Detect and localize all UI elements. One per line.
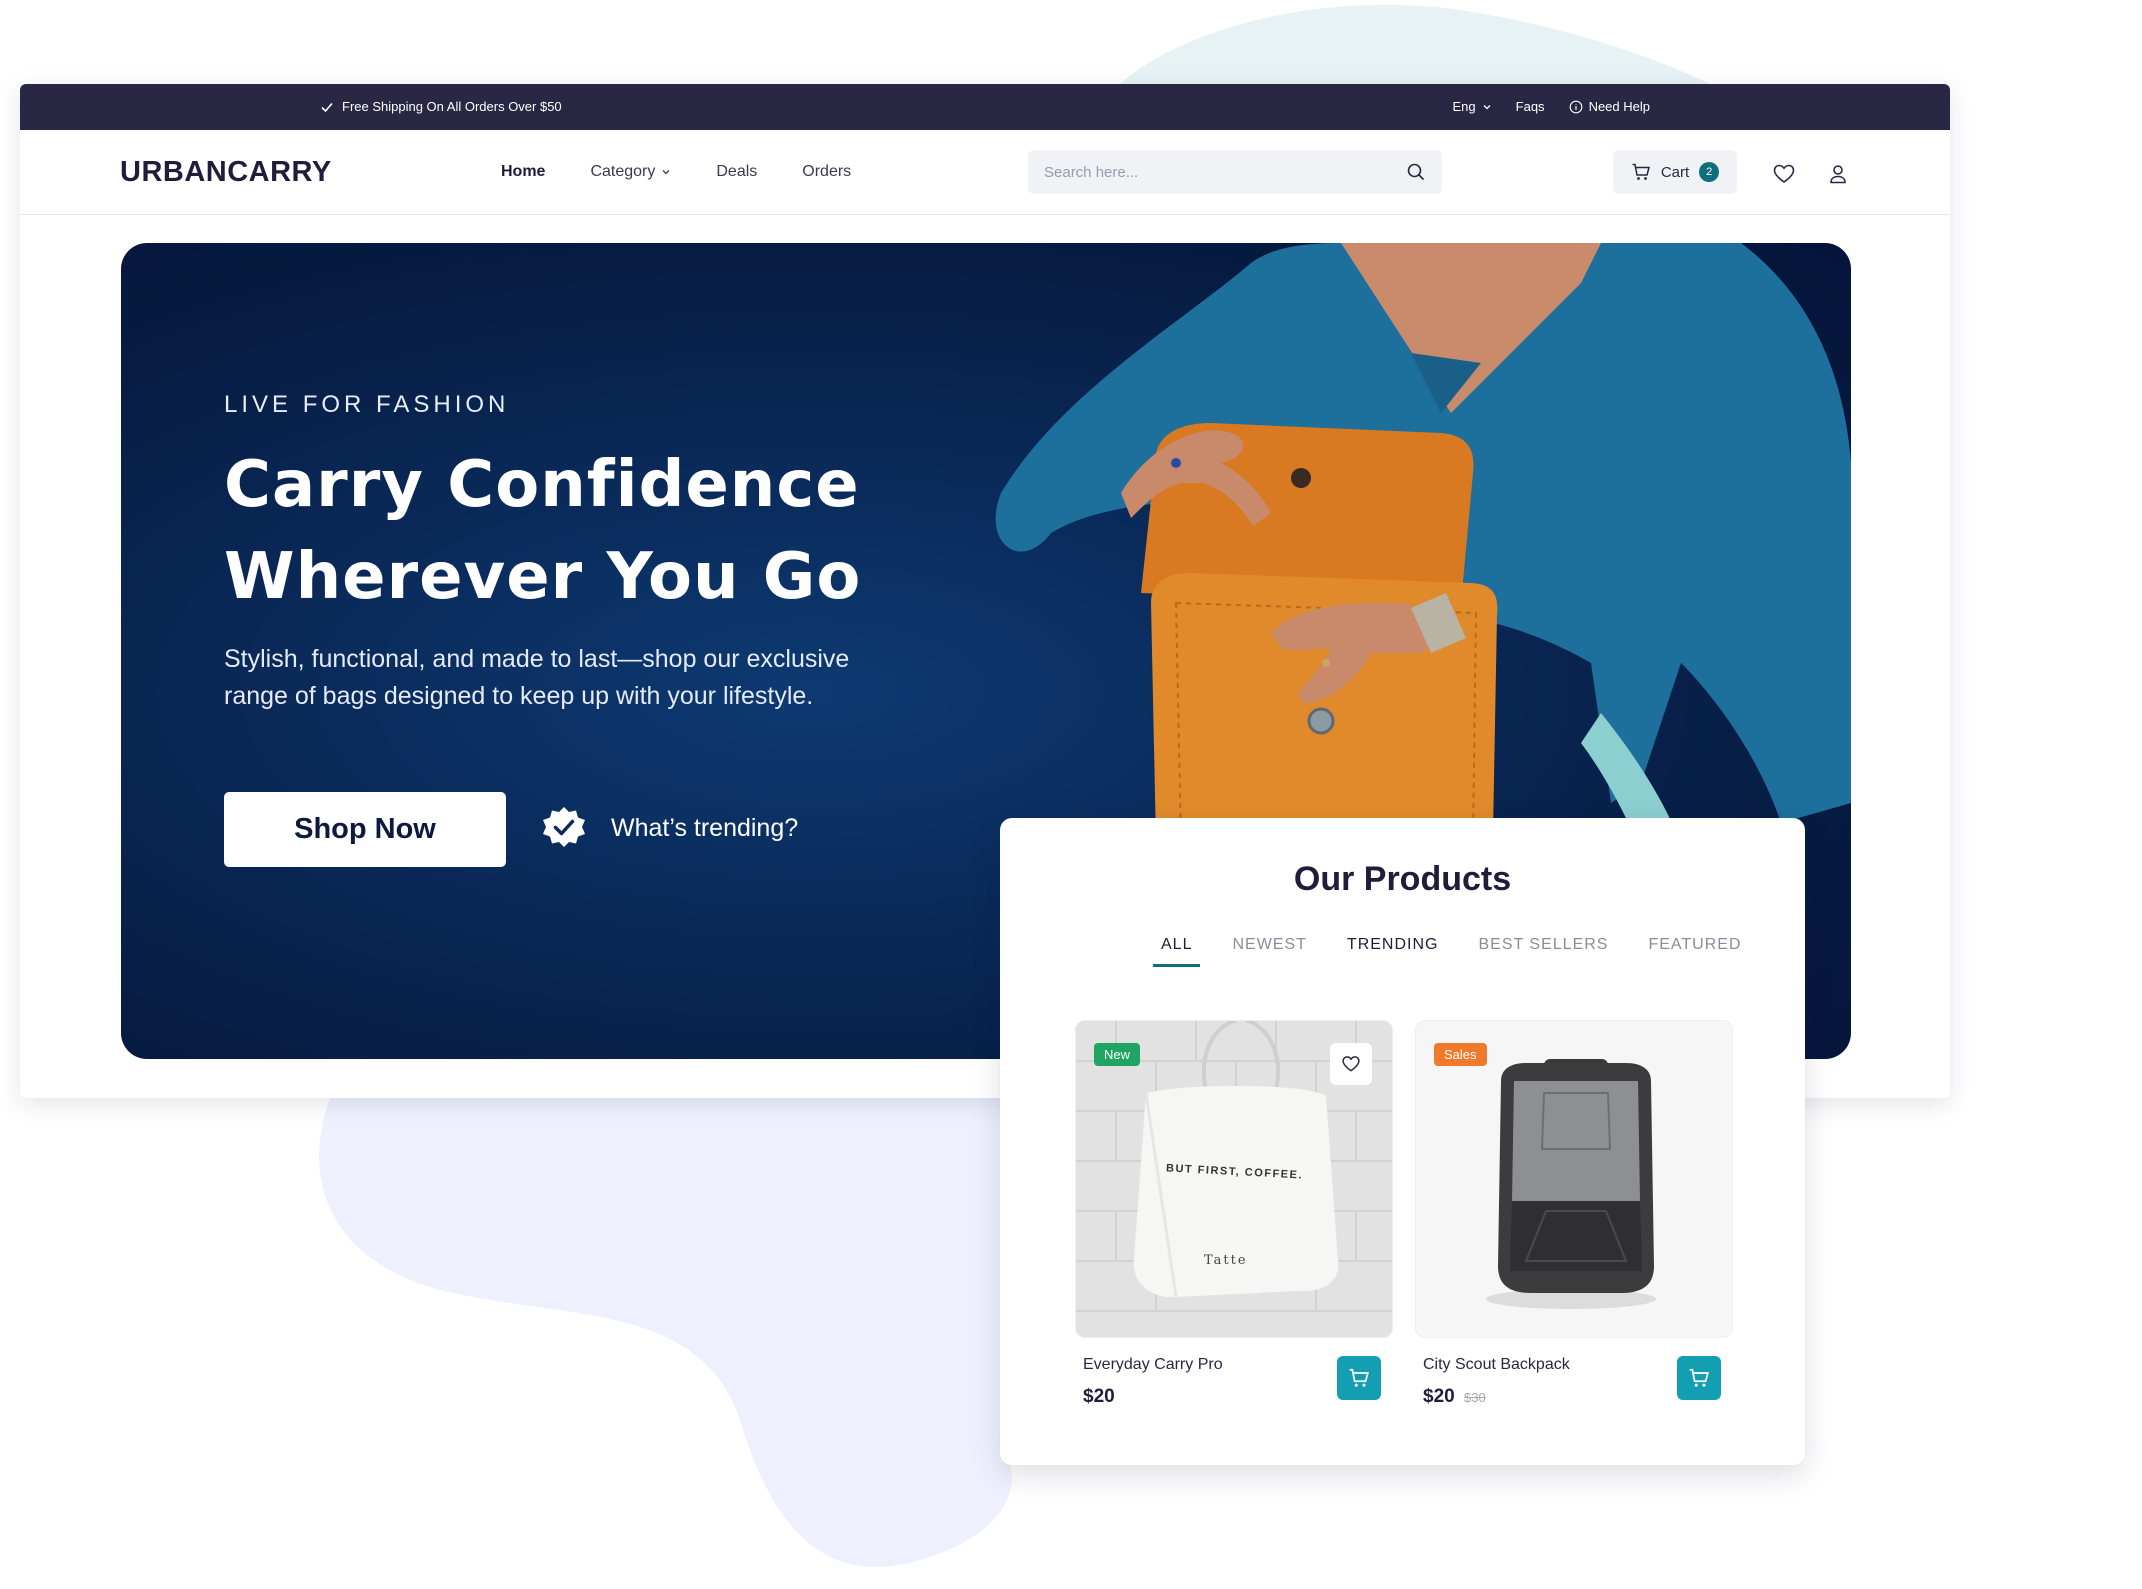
nav-deals-label: Deals bbox=[716, 163, 758, 180]
faqs-link[interactable]: Faqs bbox=[1516, 99, 1545, 114]
user-icon bbox=[1830, 165, 1846, 184]
sales-badge: Sales bbox=[1434, 1043, 1487, 1066]
cart-label: Cart bbox=[1660, 163, 1690, 181]
info-circle-icon bbox=[1569, 100, 1582, 113]
heart-icon bbox=[1773, 164, 1795, 183]
original-price: $30 bbox=[1463, 1390, 1486, 1405]
need-help-link[interactable]: Need Help bbox=[1569, 99, 1650, 114]
chevron-down-icon bbox=[662, 170, 670, 175]
need-help-label: Need Help bbox=[1588, 99, 1650, 114]
main-header: URBANCARRY Home Category Deals Orders Ca… bbox=[20, 130, 1950, 215]
add-to-cart-button[interactable] bbox=[1677, 1356, 1721, 1400]
bag-print-script: Tatte bbox=[1204, 1253, 1248, 1268]
product-card[interactable]: New BUT FIRST, COFFEE. Tatte Everyday Ca… bbox=[1075, 1020, 1393, 1407]
tab-featured[interactable]: FEATURED bbox=[1640, 930, 1749, 967]
tab-all[interactable]: ALL bbox=[1153, 930, 1201, 967]
trending-label: What’s trending? bbox=[611, 813, 799, 842]
main-nav: Home Category Deals Orders bbox=[501, 163, 851, 181]
language-label: Eng bbox=[1452, 99, 1476, 114]
wishlist-button[interactable] bbox=[1772, 162, 1796, 186]
cart-count-badge: 2 bbox=[1699, 162, 1720, 182]
products-card: Our Products ALL NEWEST TRENDING BEST SE… bbox=[1000, 818, 1805, 1465]
backpack-image bbox=[1416, 1021, 1732, 1337]
hero-headline-line2: Wherever You Go bbox=[224, 540, 862, 614]
check-icon bbox=[321, 102, 333, 112]
nav-orders-label: Orders bbox=[802, 163, 852, 180]
search-icon[interactable] bbox=[1406, 162, 1426, 182]
nav-category-label: Category bbox=[590, 163, 656, 180]
heart-icon bbox=[1342, 1056, 1360, 1072]
product-image[interactable]: Sales bbox=[1415, 1020, 1733, 1338]
cart-icon bbox=[1349, 1368, 1369, 1387]
search-input[interactable] bbox=[1044, 163, 1406, 181]
products-title: Our Products bbox=[1293, 860, 1512, 898]
account-button[interactable] bbox=[1826, 162, 1850, 186]
current-price: $20 bbox=[1083, 1386, 1115, 1407]
verified-badge-icon bbox=[543, 807, 585, 847]
new-badge: New bbox=[1094, 1043, 1141, 1066]
product-image[interactable]: New BUT FIRST, COFFEE. Tatte bbox=[1075, 1020, 1393, 1338]
nav-category[interactable]: Category bbox=[590, 163, 671, 181]
tab-trending[interactable]: TRENDING bbox=[1339, 930, 1447, 967]
whats-trending-link[interactable]: What’s trending? bbox=[541, 805, 798, 851]
chevron-down-icon bbox=[1483, 104, 1491, 109]
product-name[interactable]: City Scout Backpack bbox=[1423, 1356, 1570, 1374]
cart-icon bbox=[1689, 1368, 1709, 1387]
tab-best-sellers[interactable]: BEST SELLERS bbox=[1470, 930, 1616, 967]
nav-deals[interactable]: Deals bbox=[716, 163, 757, 181]
product-name[interactable]: Everyday Carry Pro bbox=[1083, 1356, 1223, 1374]
product-price: $20 bbox=[1083, 1386, 1115, 1408]
cart-button[interactable]: Cart 2 bbox=[1613, 150, 1737, 194]
brand-logo[interactable]: URBANCARRY bbox=[120, 156, 332, 189]
shop-now-button[interactable]: Shop Now bbox=[224, 792, 506, 867]
top-info-bar: Free Shipping On All Orders Over $50 Eng… bbox=[20, 84, 1950, 130]
shipping-text: Free Shipping On All Orders Over $50 bbox=[342, 99, 562, 114]
hero-headline: Carry Confidence Wherever You Go bbox=[224, 439, 924, 623]
language-selector[interactable]: Eng bbox=[1453, 99, 1492, 114]
product-card[interactable]: Sales City Scout Backpack $20 $30 bbox=[1415, 1020, 1733, 1407]
cart-icon bbox=[1632, 163, 1650, 180]
search-bar bbox=[1028, 150, 1442, 194]
nav-home[interactable]: Home bbox=[501, 163, 545, 181]
current-price: $20 bbox=[1423, 1386, 1455, 1407]
nav-home-label: Home bbox=[501, 163, 546, 180]
faqs-label: Faqs bbox=[1515, 99, 1545, 114]
free-shipping-notice: Free Shipping On All Orders Over $50 bbox=[320, 99, 562, 114]
hero-headline-line1: Carry Confidence bbox=[224, 448, 860, 522]
hero-eyebrow: LIVE FOR FASHION bbox=[224, 391, 510, 418]
wishlist-toggle[interactable] bbox=[1330, 1043, 1372, 1085]
tab-newest[interactable]: NEWEST bbox=[1224, 930, 1314, 967]
hero-subtext: Stylish, functional, and made to last—sh… bbox=[224, 645, 850, 710]
product-price: $20 $30 bbox=[1423, 1386, 1486, 1408]
add-to-cart-button[interactable] bbox=[1337, 1356, 1381, 1400]
product-tabs: ALL NEWEST TRENDING BEST SELLERS FEATURE… bbox=[1153, 930, 1750, 967]
nav-orders[interactable]: Orders bbox=[802, 163, 851, 181]
